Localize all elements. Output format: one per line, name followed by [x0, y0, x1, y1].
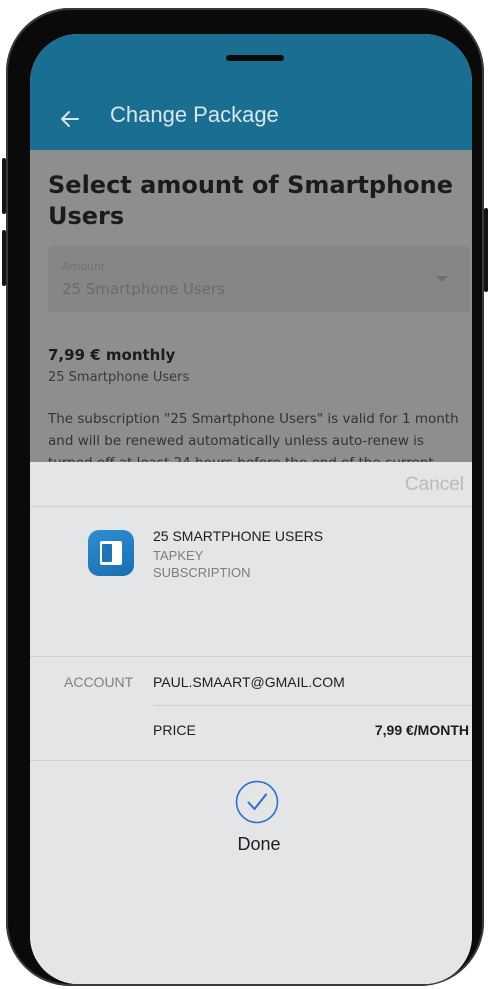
sheet-divider — [30, 656, 472, 657]
speaker-notch — [226, 55, 284, 61]
account-value: PAUL.SMAART@GMAIL.COM — [153, 674, 345, 690]
product-type: SUBSCRIPTION — [153, 565, 251, 580]
power-button — [484, 208, 488, 292]
phone-screen: Change Package Select amount of Smartpho… — [30, 34, 472, 984]
page-title: Select amount of Smartphone Users — [48, 171, 454, 230]
app-header: Change Package — [30, 34, 472, 150]
tapkey-app-icon — [88, 530, 134, 576]
package-name: 25 Smartphone Users — [48, 370, 190, 385]
app-content: Select amount of Smartphone Users Amount… — [30, 150, 472, 471]
phone-frame: Change Package Select amount of Smartpho… — [2, 8, 488, 986]
sheet-divider — [30, 506, 472, 507]
amount-dropdown[interactable]: Amount 25 Smartphone Users — [48, 246, 470, 312]
package-price: 7,99 € monthly — [48, 346, 176, 364]
product-name: 25 SMARTPHONE USERS — [153, 528, 324, 544]
sheet-divider — [153, 705, 472, 706]
dropdown-arrow-icon — [436, 276, 448, 282]
done-label: Done — [237, 834, 281, 854]
volume-down-button — [2, 230, 6, 286]
sheet-divider — [30, 760, 472, 761]
amount-label: Amount — [62, 260, 106, 273]
price-label: PRICE — [153, 722, 196, 738]
back-arrow-icon[interactable] — [58, 107, 82, 131]
amount-value: 25 Smartphone Users — [62, 280, 225, 298]
price-value: 7,99 €/MONTH — [374, 722, 469, 738]
account-label: ACCOUNT — [64, 674, 134, 690]
volume-up-button — [2, 158, 6, 214]
door-panel-icon — [102, 544, 112, 562]
product-developer: TAPKEY — [153, 548, 204, 563]
cancel-button[interactable]: Cancel — [405, 474, 464, 496]
header-title: Change Package — [110, 102, 279, 127]
checkmark-circle-icon — [235, 780, 279, 824]
purchase-sheet: Cancel 25 SMARTPHONE USERS TAPKEY SUBSCR… — [30, 462, 472, 984]
